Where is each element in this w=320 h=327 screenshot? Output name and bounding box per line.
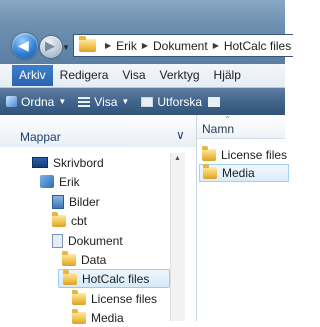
forward-button[interactable]: ▶	[40, 36, 62, 58]
file-row-media[interactable]: Media	[199, 164, 289, 182]
utforska-label: Utforska	[157, 94, 203, 109]
recent-pages-chevron-icon[interactable]: ▼	[62, 43, 70, 52]
views-icon	[78, 96, 91, 107]
tree-item-label: Data	[81, 252, 107, 267]
tree-item-data[interactable]: Data	[62, 250, 112, 269]
chevron-down-icon: ▼	[58, 97, 67, 106]
menu-arkiv[interactable]: Arkiv	[12, 65, 53, 86]
folder-icon	[63, 269, 77, 285]
user-folder-icon	[40, 175, 54, 188]
folder-icon	[52, 211, 66, 227]
breadcrumb-separator-icon[interactable]: ▶	[213, 41, 219, 50]
tree-item-erik[interactable]: Erik	[40, 172, 86, 191]
tree-item-label: Dokument	[68, 233, 123, 248]
ordna-label: Ordna	[21, 94, 55, 109]
folder-icon	[72, 289, 86, 305]
file-name: License files	[221, 148, 288, 162]
tree-item-label: HotCalc files	[82, 271, 150, 286]
visa-label: Visa	[94, 94, 118, 109]
window-titlebar: ◀ ▶ ▼ ▶ Erik ▶ Dokument ▶ HotCalc files	[0, 0, 293, 64]
tree-item-hotcalc-files[interactable]: HotCalc files	[58, 269, 170, 288]
chevron-down-icon: ▼	[121, 97, 130, 106]
command-bar: Ordna ▼ Visa ▼ Utforska	[0, 88, 285, 115]
back-button[interactable]: ◀	[12, 33, 38, 59]
menu-hjalp[interactable]: Hjälp	[207, 65, 248, 86]
back-arrow-icon: ◀	[18, 37, 29, 53]
tree-item-label: Bilder	[69, 194, 100, 209]
menu-visa[interactable]: Visa	[115, 65, 152, 86]
tree-scrollbar[interactable]: ▲	[170, 153, 185, 321]
desktop-icon	[32, 157, 48, 168]
organize-icon	[6, 96, 17, 107]
address-bar[interactable]: ▶ Erik ▶ Dokument ▶ HotCalc files	[73, 34, 293, 57]
navigation-pane-header[interactable]: Mappar ∨	[0, 115, 196, 147]
tree-item-label: Skrivbord	[53, 155, 104, 170]
ordna-button[interactable]: Ordna ▼	[0, 88, 72, 115]
tree-item-label: Erik	[59, 174, 80, 189]
folder-icon	[62, 250, 76, 266]
file-row-license-files[interactable]: License files	[199, 146, 289, 164]
chevron-down-icon[interactable]: ∨	[176, 128, 185, 142]
tree-item-skrivbord[interactable]: Skrivbord	[32, 153, 110, 172]
tree-item-cbt[interactable]: cbt	[52, 211, 93, 230]
tree-item-dokument[interactable]: Dokument	[52, 231, 129, 250]
folder-icon	[79, 36, 96, 52]
breadcrumb-segment[interactable]: Erik	[116, 39, 137, 53]
column-header-name[interactable]: ⌃ Namn	[197, 115, 285, 139]
menu-bar: Arkiv Redigera Visa Verktyg Hjälp	[0, 64, 285, 88]
scroll-up-icon[interactable]: ▲	[174, 155, 181, 162]
forward-arrow-icon: ▶	[45, 38, 55, 53]
folder-icon	[203, 164, 217, 179]
breadcrumb-segment[interactable]: Dokument	[153, 39, 208, 53]
share-icon[interactable]	[208, 96, 221, 107]
navigation-pane-title: Mappar	[20, 130, 61, 144]
tree-item-label: cbt	[71, 213, 88, 228]
menu-redigera[interactable]: Redigera	[53, 65, 116, 86]
breadcrumb-separator-icon[interactable]: ▶	[142, 41, 148, 50]
breadcrumb-separator-icon[interactable]: ▶	[105, 41, 111, 50]
tree-item-media[interactable]: Media	[72, 308, 130, 327]
column-header-label: Namn	[202, 122, 235, 136]
file-name: Media	[222, 166, 255, 180]
pictures-folder-icon	[52, 194, 64, 209]
folder-icon	[72, 308, 86, 324]
explore-icon	[141, 96, 154, 107]
visa-button[interactable]: Visa ▼	[72, 88, 135, 115]
navigation-pane: Mappar ∨ ▲ Skrivbord Erik Bilder cbt Dok…	[0, 115, 197, 325]
tree-item-license-files[interactable]: License files	[72, 289, 163, 308]
menu-verktyg[interactable]: Verktyg	[153, 65, 207, 86]
tree-item-label: Media	[91, 310, 124, 325]
utforska-button[interactable]: Utforska	[135, 88, 226, 115]
folder-icon	[202, 146, 216, 161]
documents-folder-icon	[52, 233, 63, 248]
tree-item-bilder[interactable]: Bilder	[52, 192, 106, 211]
breadcrumb-segment[interactable]: HotCalc files	[224, 39, 291, 53]
tree-item-label: License files	[91, 291, 158, 306]
